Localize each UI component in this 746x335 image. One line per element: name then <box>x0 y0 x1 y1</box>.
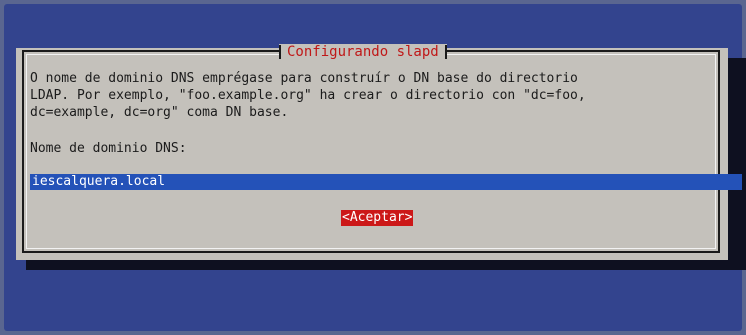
dialog-title: Configurando slapd <box>287 44 439 60</box>
configuration-dialog: Configurando slapd O nome de dominio DNS… <box>16 44 742 260</box>
ok-button[interactable]: <Aceptar> <box>341 210 414 226</box>
message-line: O nome de dominio DNS emprégase para con… <box>30 71 578 86</box>
dialog-title-container: Configurando slapd <box>279 44 447 60</box>
message-line: dc=example, dc=org" coma DN base. <box>30 105 289 120</box>
terminal-screen: Configurando slapd O nome de dominio DNS… <box>4 4 746 331</box>
domain-input[interactable] <box>30 174 742 190</box>
domain-field-label: Nome de dominio DNS: <box>30 141 187 156</box>
message-line: LDAP. Por exemplo, "foo.example.org" ha … <box>30 88 586 103</box>
dialog-message: O nome de dominio DNS emprégase para con… <box>30 70 586 121</box>
